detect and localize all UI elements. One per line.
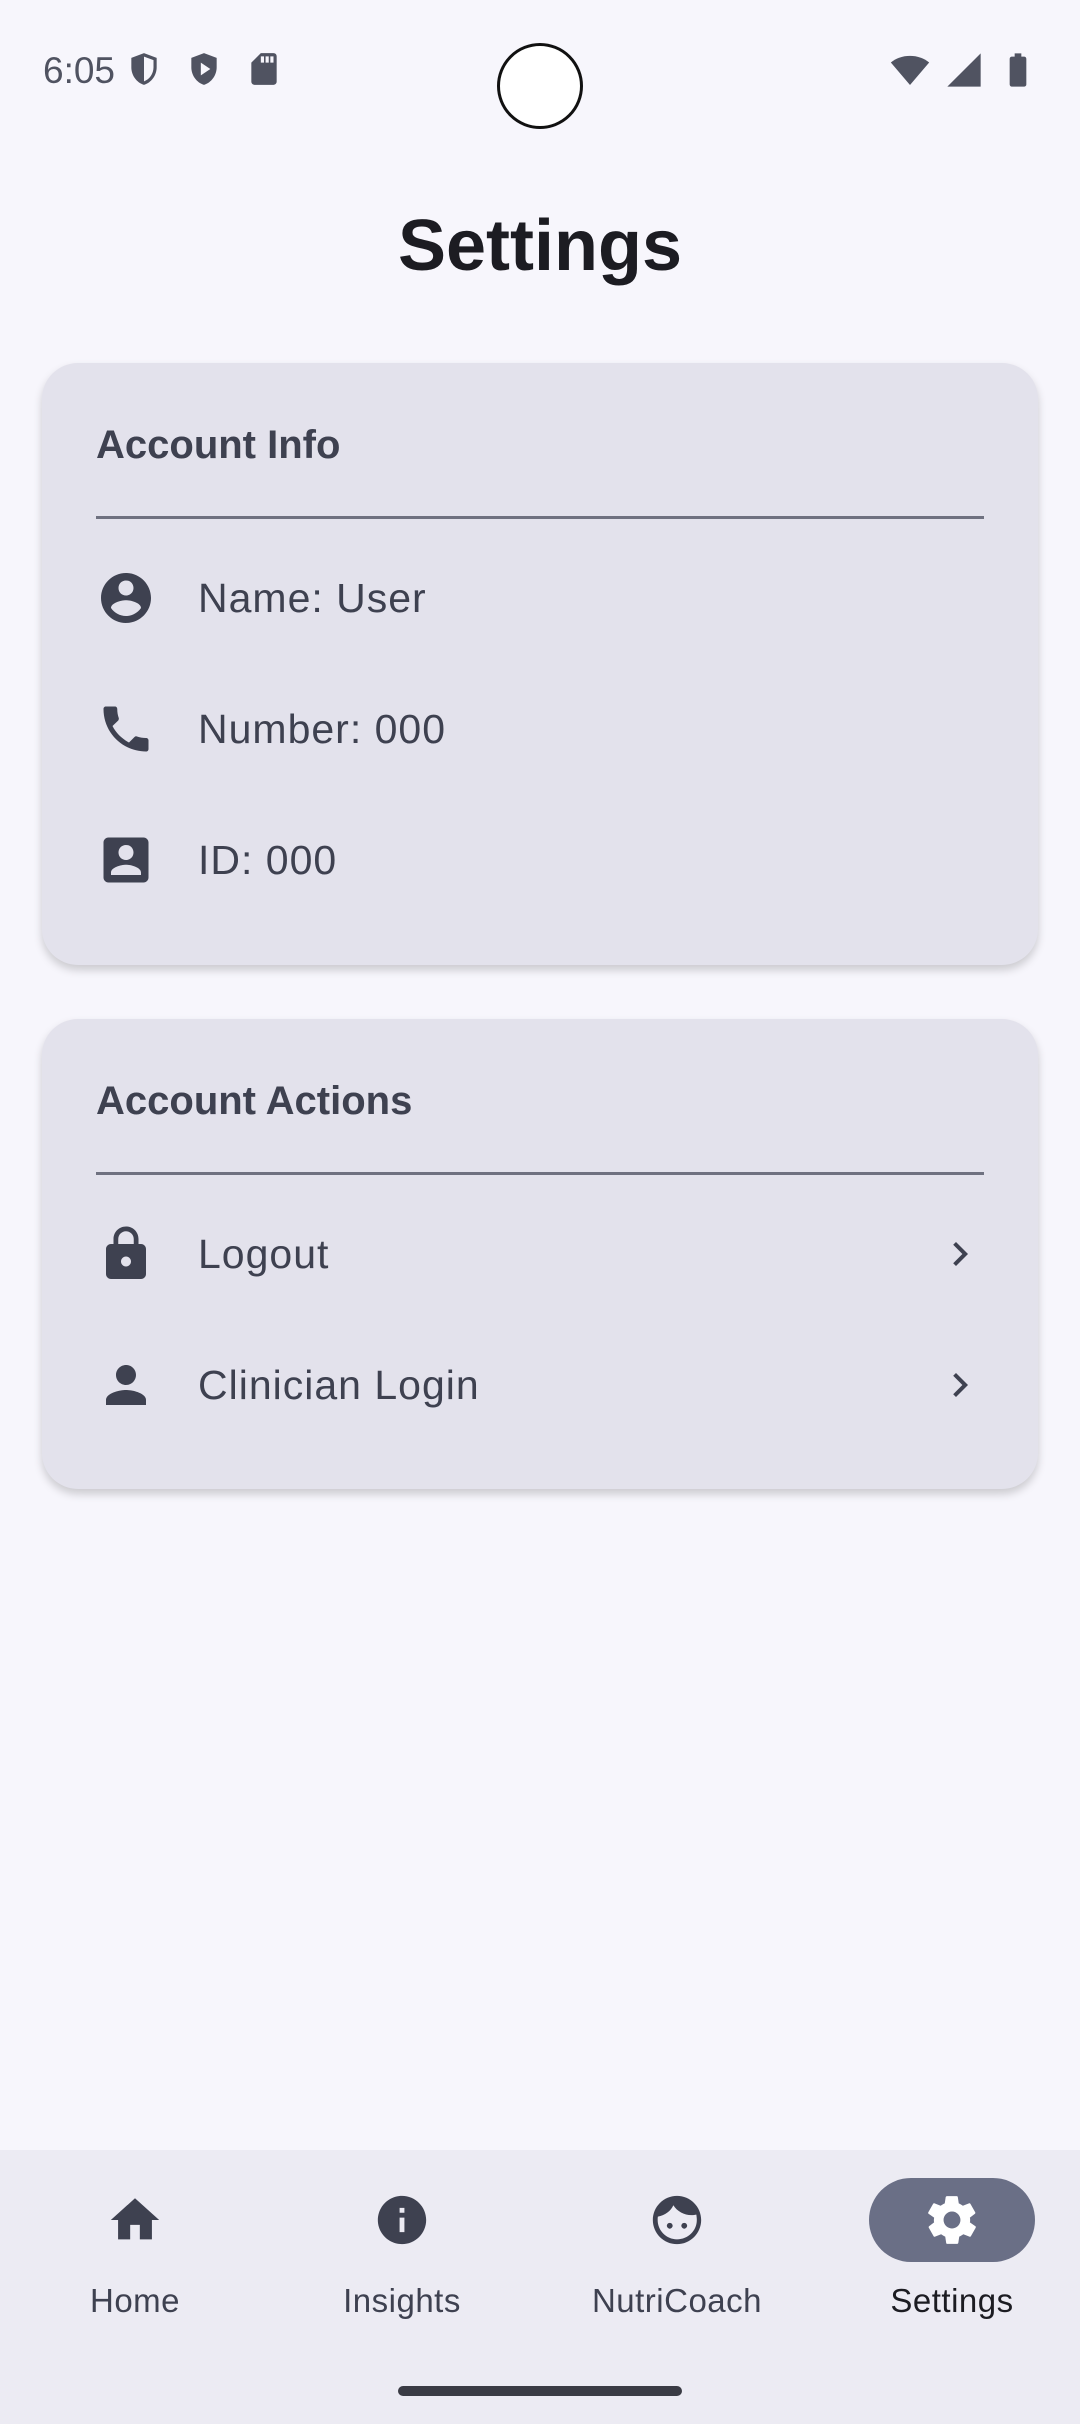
bottom-nav: Home Insights NutriCoach Settings (0, 2150, 1080, 2424)
divider (96, 1172, 984, 1175)
nav-label-insights: Insights (343, 2282, 461, 2319)
page-title: Settings (397, 206, 683, 286)
phone-icon (96, 699, 156, 759)
nav-item-settings[interactable]: Settings (817, 2178, 1080, 2368)
nav-label-settings: Settings (890, 2282, 1014, 2319)
person-icon (96, 1355, 156, 1415)
id-row: ID: 000 (96, 805, 984, 915)
account-info-card: Account Info Name: User Number: 000 ID: … (42, 363, 1038, 965)
status-time: 6:05 (43, 50, 116, 91)
nav-pill (594, 2178, 760, 2262)
sd-card-icon (251, 53, 277, 85)
name-row: Name: User (96, 543, 984, 653)
account-circle-icon (96, 568, 156, 628)
cellular-signal-icon (947, 53, 981, 87)
logout-label: Logout (198, 1230, 330, 1277)
camera-cutout (497, 43, 583, 129)
chevron-right-icon (936, 1361, 984, 1409)
status-icons-right (890, 50, 1038, 90)
nav-pill (52, 2178, 218, 2262)
lock-icon (96, 1224, 156, 1284)
id-label: ID: 000 (198, 836, 338, 883)
account-info-header: Account Info (96, 423, 341, 467)
home-icon (110, 2198, 160, 2240)
name-label: Name: User (198, 574, 427, 621)
nav-pill (319, 2178, 485, 2262)
nav-label-nutricoach: NutriCoach (591, 2282, 763, 2319)
contact-card-icon (96, 830, 156, 890)
nav-item-nutricoach[interactable]: NutriCoach (542, 2178, 812, 2368)
status-bar: 6:05 (0, 0, 1080, 140)
logout-row[interactable]: Logout (96, 1199, 984, 1309)
home-indicator[interactable] (398, 2386, 682, 2396)
battery-icon (1009, 53, 1027, 87)
clinician-login-label: Clinician Login (198, 1361, 480, 1408)
play-shield-icon (191, 53, 217, 85)
nav-item-home[interactable]: Home (0, 2178, 270, 2368)
nav-item-insights[interactable]: Insights (267, 2178, 537, 2368)
nav-pill-active (869, 2178, 1035, 2262)
status-icons-left (125, 50, 283, 88)
gear-icon (928, 2196, 976, 2244)
nav-label-home: Home (89, 2282, 181, 2319)
wifi-icon (890, 55, 930, 85)
info-icon (377, 2195, 427, 2245)
clinician-login-row[interactable]: Clinician Login (96, 1330, 984, 1440)
shield-outline-icon (131, 53, 157, 85)
face-icon (652, 2195, 702, 2245)
number-row: Number: 000 (96, 674, 984, 784)
divider (96, 516, 984, 519)
account-actions-header: Account Actions (96, 1079, 413, 1123)
chevron-right-icon (936, 1230, 984, 1278)
number-label: Number: 000 (198, 705, 447, 752)
account-actions-card: Account Actions Logout Clinician Login (42, 1019, 1038, 1489)
